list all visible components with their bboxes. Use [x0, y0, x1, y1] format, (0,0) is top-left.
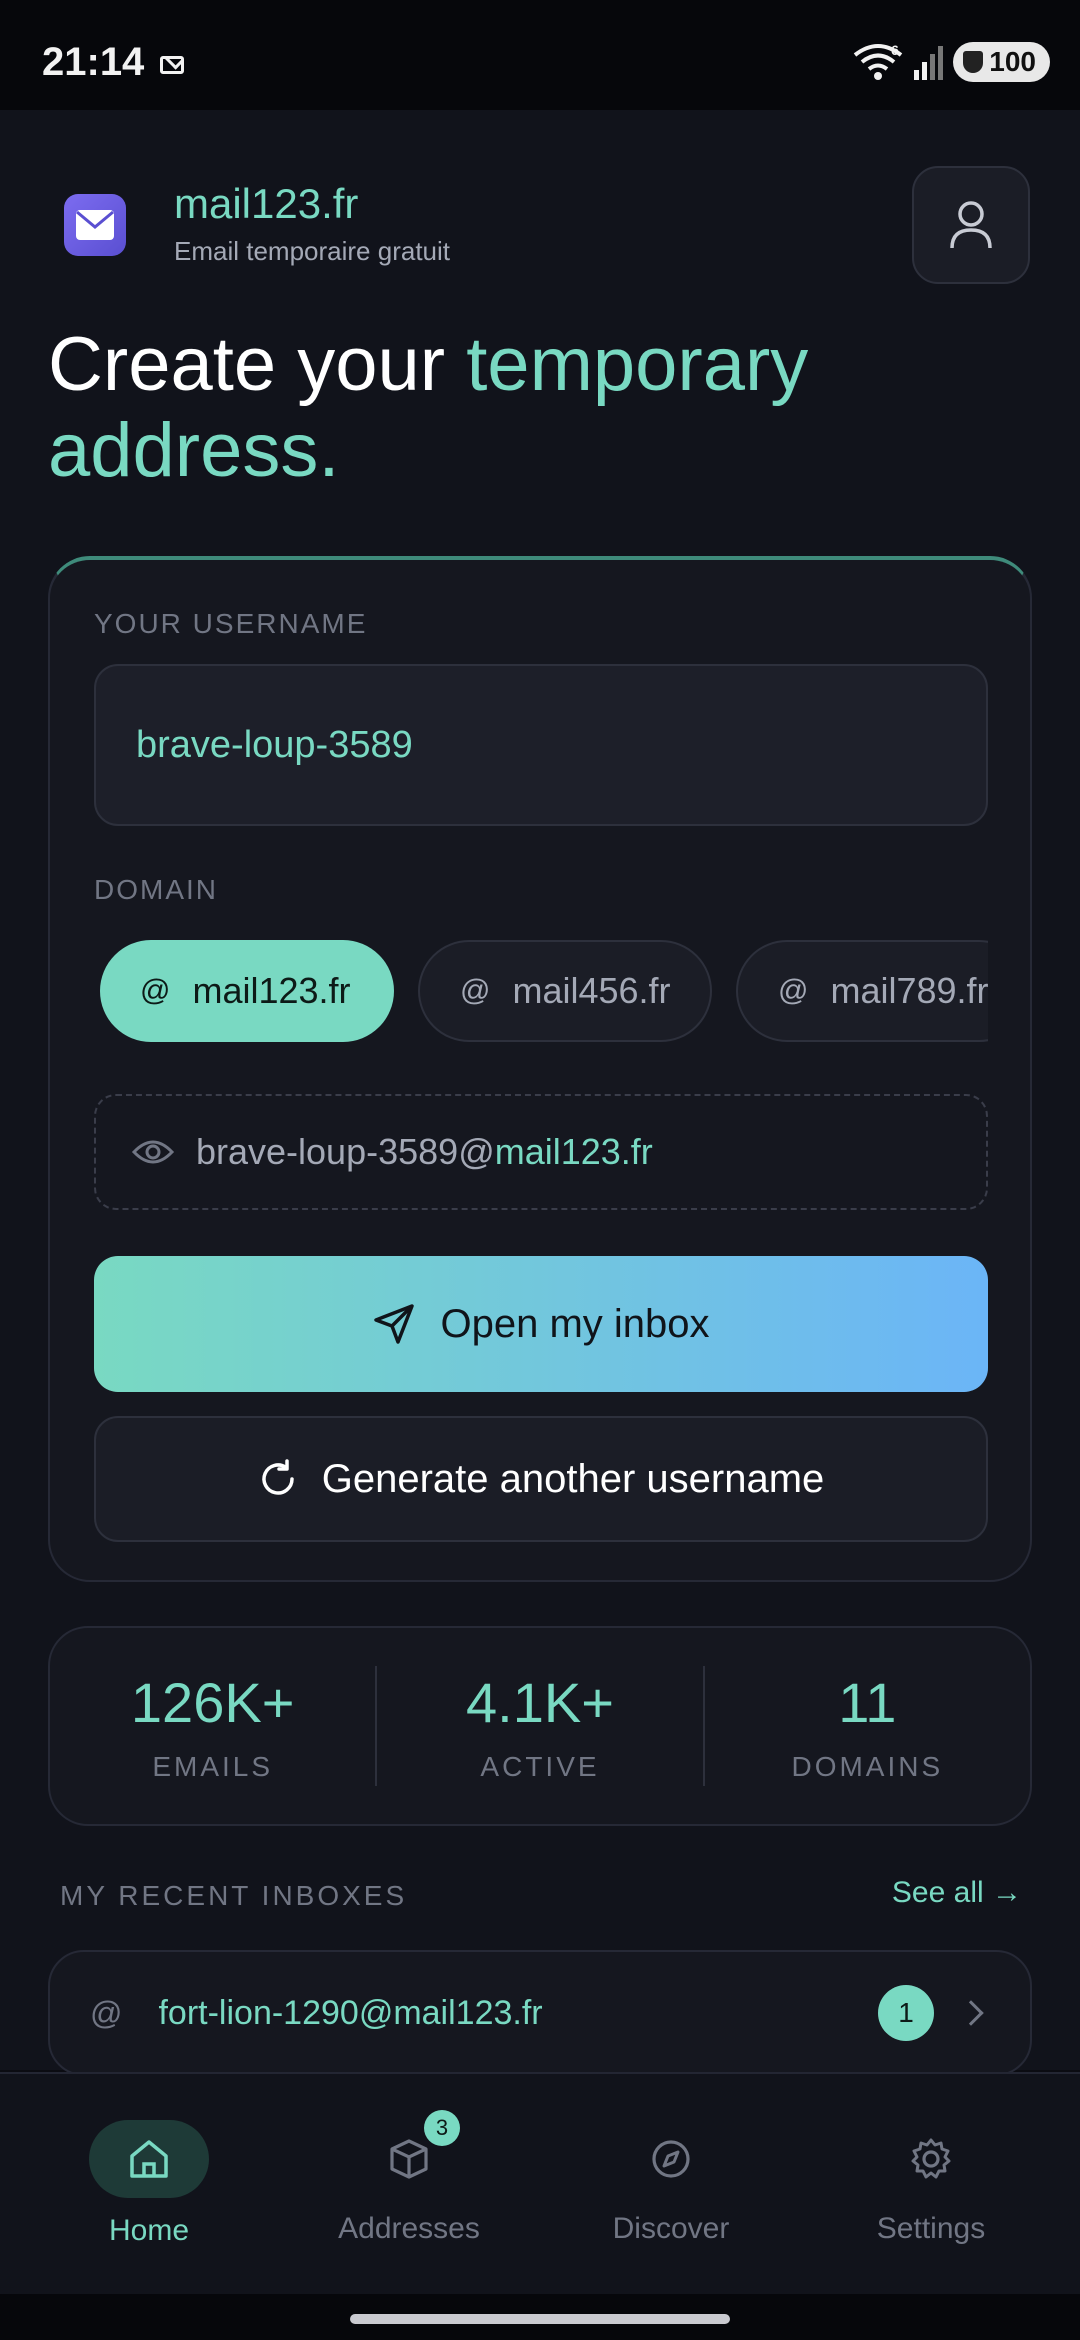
stat-value: 11	[838, 1670, 897, 1734]
nav-addresses[interactable]: Addresses 3	[274, 2074, 544, 2296]
address-preview: brave-loup-3589 @ mail123.fr	[94, 1094, 988, 1210]
preview-username: brave-loup-3589	[196, 1131, 459, 1172]
envelope-icon	[76, 210, 114, 240]
signal-icon	[914, 46, 944, 80]
status-bar: 21:14 6 100	[0, 0, 1080, 110]
nav-label: Home	[108, 2214, 190, 2247]
chevron-right-icon	[958, 2000, 984, 2026]
send-icon	[374, 1304, 415, 1344]
stat-domains: 11 DOMAINS	[705, 1670, 1030, 1783]
wifi-badge: 6	[891, 43, 899, 58]
headline-text: Create your	[48, 322, 467, 407]
refresh-icon	[261, 1459, 294, 1495]
stat-label: DOMAINS	[791, 1750, 944, 1782]
status-icons: 6 100	[853, 42, 1050, 82]
page-title: Create your temporary address.	[48, 322, 1080, 494]
domain-chip-label: mail123.fr	[192, 970, 351, 1011]
at-icon: @	[140, 974, 171, 1007]
generate-username-label: Generate another username	[321, 1456, 825, 1501]
app-screen: mail123.fr Email temporaire gratuit Crea…	[0, 110, 1080, 2076]
nav-label: Discover	[612, 2212, 730, 2245]
profile-button[interactable]	[912, 166, 1030, 284]
brand-subtitle: Email temporaire gratuit	[174, 236, 450, 266]
wifi-icon: 6	[854, 43, 903, 80]
brand-title: mail123.fr	[174, 180, 359, 227]
domain-chip-mail456[interactable]: @ mail456.fr	[418, 940, 712, 1042]
battery-level: 100	[989, 46, 1036, 77]
nav-discover[interactable]: Discover	[536, 2074, 806, 2296]
recent-inbox-address: fort-lion-1290@mail123.fr	[158, 1993, 543, 2032]
home-indicator[interactable]	[350, 2314, 730, 2324]
create-address-card: YOUR USERNAME brave-loup-3589 DOMAIN @ m…	[48, 556, 1032, 1582]
nav-icon-wrap	[611, 2120, 731, 2198]
at-icon: @	[778, 974, 809, 1007]
shield-icon	[963, 51, 984, 73]
at-icon: @	[460, 974, 491, 1007]
domain-label: DOMAIN	[94, 874, 218, 905]
addresses-count-badge: 3	[424, 2110, 460, 2146]
see-all-link[interactable]: See all →	[892, 1876, 1022, 1910]
stat-active: 4.1K+ ACTIVE	[377, 1670, 702, 1783]
stats-panel: 126K+ EMAILS 4.1K+ ACTIVE 11 DOMAINS	[48, 1626, 1032, 1826]
nav-home[interactable]: Home	[14, 2074, 284, 2296]
box-icon	[390, 2139, 428, 2179]
nav-settings[interactable]: Settings	[796, 2074, 1066, 2296]
username-label: YOUR USERNAME	[94, 608, 368, 639]
domain-chip-label: mail456.fr	[512, 970, 671, 1011]
user-icon	[950, 201, 992, 249]
gesture-bar	[0, 2294, 1080, 2340]
nav-label: Addresses	[338, 2212, 480, 2245]
stat-label: ACTIVE	[480, 1750, 600, 1782]
stat-value: 4.1K+	[466, 1670, 614, 1734]
username-input[interactable]: brave-loup-3589	[94, 664, 988, 826]
recent-inbox-item[interactable]: @ fort-lion-1290@mail123.fr 1	[48, 1950, 1032, 2076]
bottom-navigation: Home Addresses 3 Discover Settings	[0, 2072, 1080, 2294]
stat-emails: 126K+ EMAILS	[50, 1670, 375, 1783]
logo-icon	[64, 194, 126, 256]
unread-count-badge: 1	[878, 1985, 934, 2041]
domain-selector: @ mail123.fr @ mail456.fr @ mail789.fr	[94, 940, 988, 1042]
domain-chip-label: mail789.fr	[830, 970, 988, 1011]
generate-username-button[interactable]: Generate another username	[94, 1416, 988, 1542]
nav-icon-wrap	[871, 2120, 991, 2198]
battery-indicator: 100	[953, 42, 1050, 82]
open-inbox-button[interactable]: Open my inbox	[94, 1256, 988, 1392]
preview-at: @	[458, 1131, 495, 1172]
status-time: 21:14	[42, 40, 145, 84]
gear-icon	[911, 2138, 951, 2179]
mail-notification-icon	[160, 56, 184, 74]
preview-domain: mail123.fr	[494, 1131, 653, 1172]
domain-chip-mail123[interactable]: @ mail123.fr	[100, 940, 394, 1042]
nav-label: Settings	[876, 2212, 986, 2245]
recent-inboxes-heading: MY RECENT INBOXES	[60, 1880, 408, 1911]
compass-icon	[652, 2140, 690, 2178]
nav-active-pill	[89, 2120, 209, 2198]
eye-icon	[132, 1140, 174, 1164]
open-inbox-label: Open my inbox	[440, 1301, 710, 1346]
at-icon: @	[90, 1994, 123, 2031]
home-icon	[130, 2140, 168, 2178]
domain-chip-mail789[interactable]: @ mail789.fr	[736, 940, 988, 1042]
stat-label: EMAILS	[152, 1750, 274, 1782]
stat-value: 126K+	[130, 1670, 295, 1734]
